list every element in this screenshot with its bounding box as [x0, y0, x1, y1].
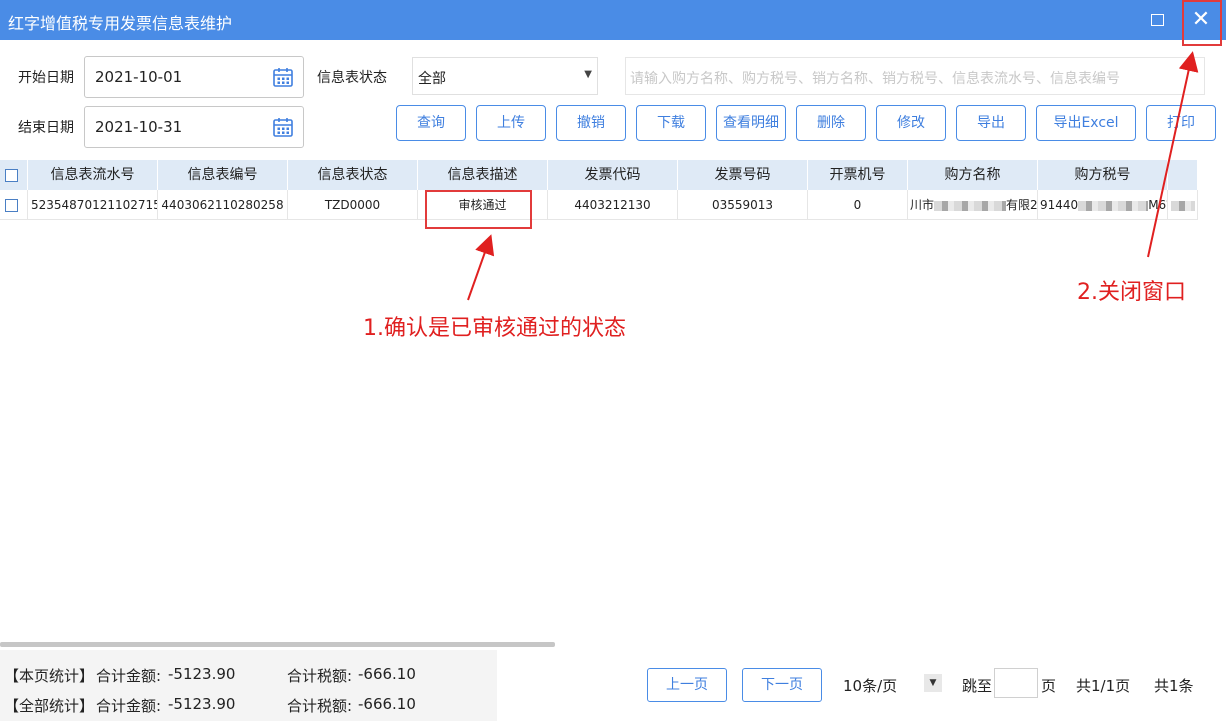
header-number[interactable]: 信息表编号: [158, 160, 288, 190]
cell-serial: 523548701211027153: [28, 190, 158, 220]
header-status[interactable]: 信息表状态: [288, 160, 418, 190]
cell-extra: [1168, 190, 1198, 220]
end-date-value: 2021-10-31: [95, 118, 183, 136]
cell-buyer-tax-no: 91440 M6市: [1038, 190, 1168, 220]
cell-machine-no: 0: [808, 190, 908, 220]
all-tax-value: -666.10: [358, 695, 416, 713]
total-count: 共1条: [1154, 677, 1194, 695]
page-tax-label: 合计税额:: [287, 667, 353, 685]
delete-button[interactable]: 删除: [796, 105, 866, 141]
header-extra: [1168, 160, 1198, 190]
header-checkbox-cell: [0, 160, 28, 190]
row-checkbox-cell: [0, 190, 28, 220]
print-button[interactable]: 打印: [1146, 105, 1216, 141]
start-date-value: 2021-10-01: [95, 68, 183, 86]
search-placeholder: 请输入购方名称、购方税号、销方名称、销方税号、信息表流水号、信息表编号: [630, 71, 1120, 87]
cell-number: 4403062110280258: [158, 190, 288, 220]
header-buyer-tax-no[interactable]: 购方税号: [1038, 160, 1168, 190]
prev-page-button[interactable]: 上一页: [647, 668, 727, 702]
select-all-checkbox[interactable]: [5, 169, 18, 182]
redacted-blur: [934, 200, 1007, 211]
page-size-select[interactable]: 10条/页: [843, 675, 897, 696]
annotation-step1: 1.确认是已审核通过的状态: [363, 316, 626, 341]
view-detail-button[interactable]: 查看明细: [716, 105, 786, 141]
window-titlebar: 红字增值税专用发票信息表维护 ✕: [0, 0, 1226, 40]
status-select-value: 全部: [418, 71, 446, 87]
maximize-icon: [1150, 13, 1164, 26]
revoke-button[interactable]: 撤销: [556, 105, 626, 141]
status-label: 信息表状态: [317, 70, 387, 86]
jump-label: 跳至: [962, 677, 993, 695]
upload-button[interactable]: 上传: [476, 105, 546, 141]
export-excel-button[interactable]: 导出Excel: [1036, 105, 1136, 141]
search-input[interactable]: 请输入购方名称、购方税号、销方名称、销方税号、信息表流水号、信息表编号: [625, 57, 1205, 95]
redacted-blur: [1078, 200, 1149, 211]
end-date-input[interactable]: 2021-10-31: [84, 106, 304, 148]
buyer-tax-suffix: M6市: [1148, 198, 1167, 212]
page-amount-value: -5123.90: [168, 665, 236, 683]
page-unit-label: 页: [1041, 677, 1057, 695]
table-header: 信息表流水号 信息表编号 信息表状态 信息表描述 发票代码 发票号码 开票机号 …: [0, 160, 1198, 190]
row-checkbox[interactable]: [5, 199, 18, 212]
edit-button[interactable]: 修改: [876, 105, 946, 141]
buyer-name-prefix: 川市: [910, 198, 935, 212]
cell-status: TZD0000: [288, 190, 418, 220]
export-button[interactable]: 导出: [956, 105, 1026, 141]
header-invoice-no[interactable]: 发票号码: [678, 160, 808, 190]
horizontal-scrollbar[interactable]: [0, 642, 555, 647]
calendar-icon[interactable]: [272, 66, 294, 88]
buyer-tax-prefix: 91440: [1040, 198, 1079, 212]
page-amount-label: 合计金额:: [96, 667, 162, 685]
jump-page-input[interactable]: [994, 668, 1038, 698]
header-serial[interactable]: 信息表流水号: [28, 160, 158, 190]
cell-invoice-no: 03559013: [678, 190, 808, 220]
chevron-down-icon[interactable]: ▼: [924, 674, 942, 692]
window-title: 红字增值税专用发票信息表维护: [8, 14, 233, 33]
status-select[interactable]: 全部 ▼: [412, 57, 598, 95]
page-info: 共1/1页: [1076, 677, 1131, 695]
header-buyer-name[interactable]: 购方名称: [908, 160, 1038, 190]
annotation-step2: 2.关闭窗口: [1077, 280, 1186, 305]
query-button[interactable]: 查询: [396, 105, 466, 141]
cell-buyer-name: 川市 有限2: [908, 190, 1038, 220]
maximize-button[interactable]: [1137, 0, 1177, 40]
all-amount-value: -5123.90: [168, 695, 236, 713]
start-date-label: 开始日期: [18, 70, 74, 86]
end-date-label: 结束日期: [18, 120, 74, 136]
all-tax-label: 合计税额:: [287, 697, 353, 715]
chevron-down-icon: ▼: [584, 69, 592, 80]
header-machine-no[interactable]: 开票机号: [808, 160, 908, 190]
download-button[interactable]: 下载: [636, 105, 706, 141]
annotation-highlight-close: [1182, 0, 1222, 46]
calendar-icon[interactable]: [272, 116, 294, 138]
arrow-to-status: [467, 234, 495, 301]
annotation-highlight-status: [425, 190, 532, 229]
page-stat-label: 【本页统计】: [4, 667, 95, 685]
buyer-name-suffix: 有限2: [1006, 198, 1038, 212]
header-description[interactable]: 信息表描述: [418, 160, 548, 190]
start-date-input[interactable]: 2021-10-01: [84, 56, 304, 98]
all-stat-label: 【全部统计】: [4, 697, 95, 715]
statistics-panel: 【本页统计】 合计金额: -5123.90 合计税额: -666.10 【全部统…: [0, 650, 497, 721]
header-invoice-code[interactable]: 发票代码: [548, 160, 678, 190]
page-tax-value: -666.10: [358, 665, 416, 683]
redacted-blur: [1170, 200, 1195, 211]
table-row[interactable]: 523548701211027153 4403062110280258 TZD0…: [0, 190, 1198, 220]
cell-invoice-code: 4403212130: [548, 190, 678, 220]
all-amount-label: 合计金额:: [96, 697, 162, 715]
next-page-button[interactable]: 下一页: [742, 668, 822, 702]
